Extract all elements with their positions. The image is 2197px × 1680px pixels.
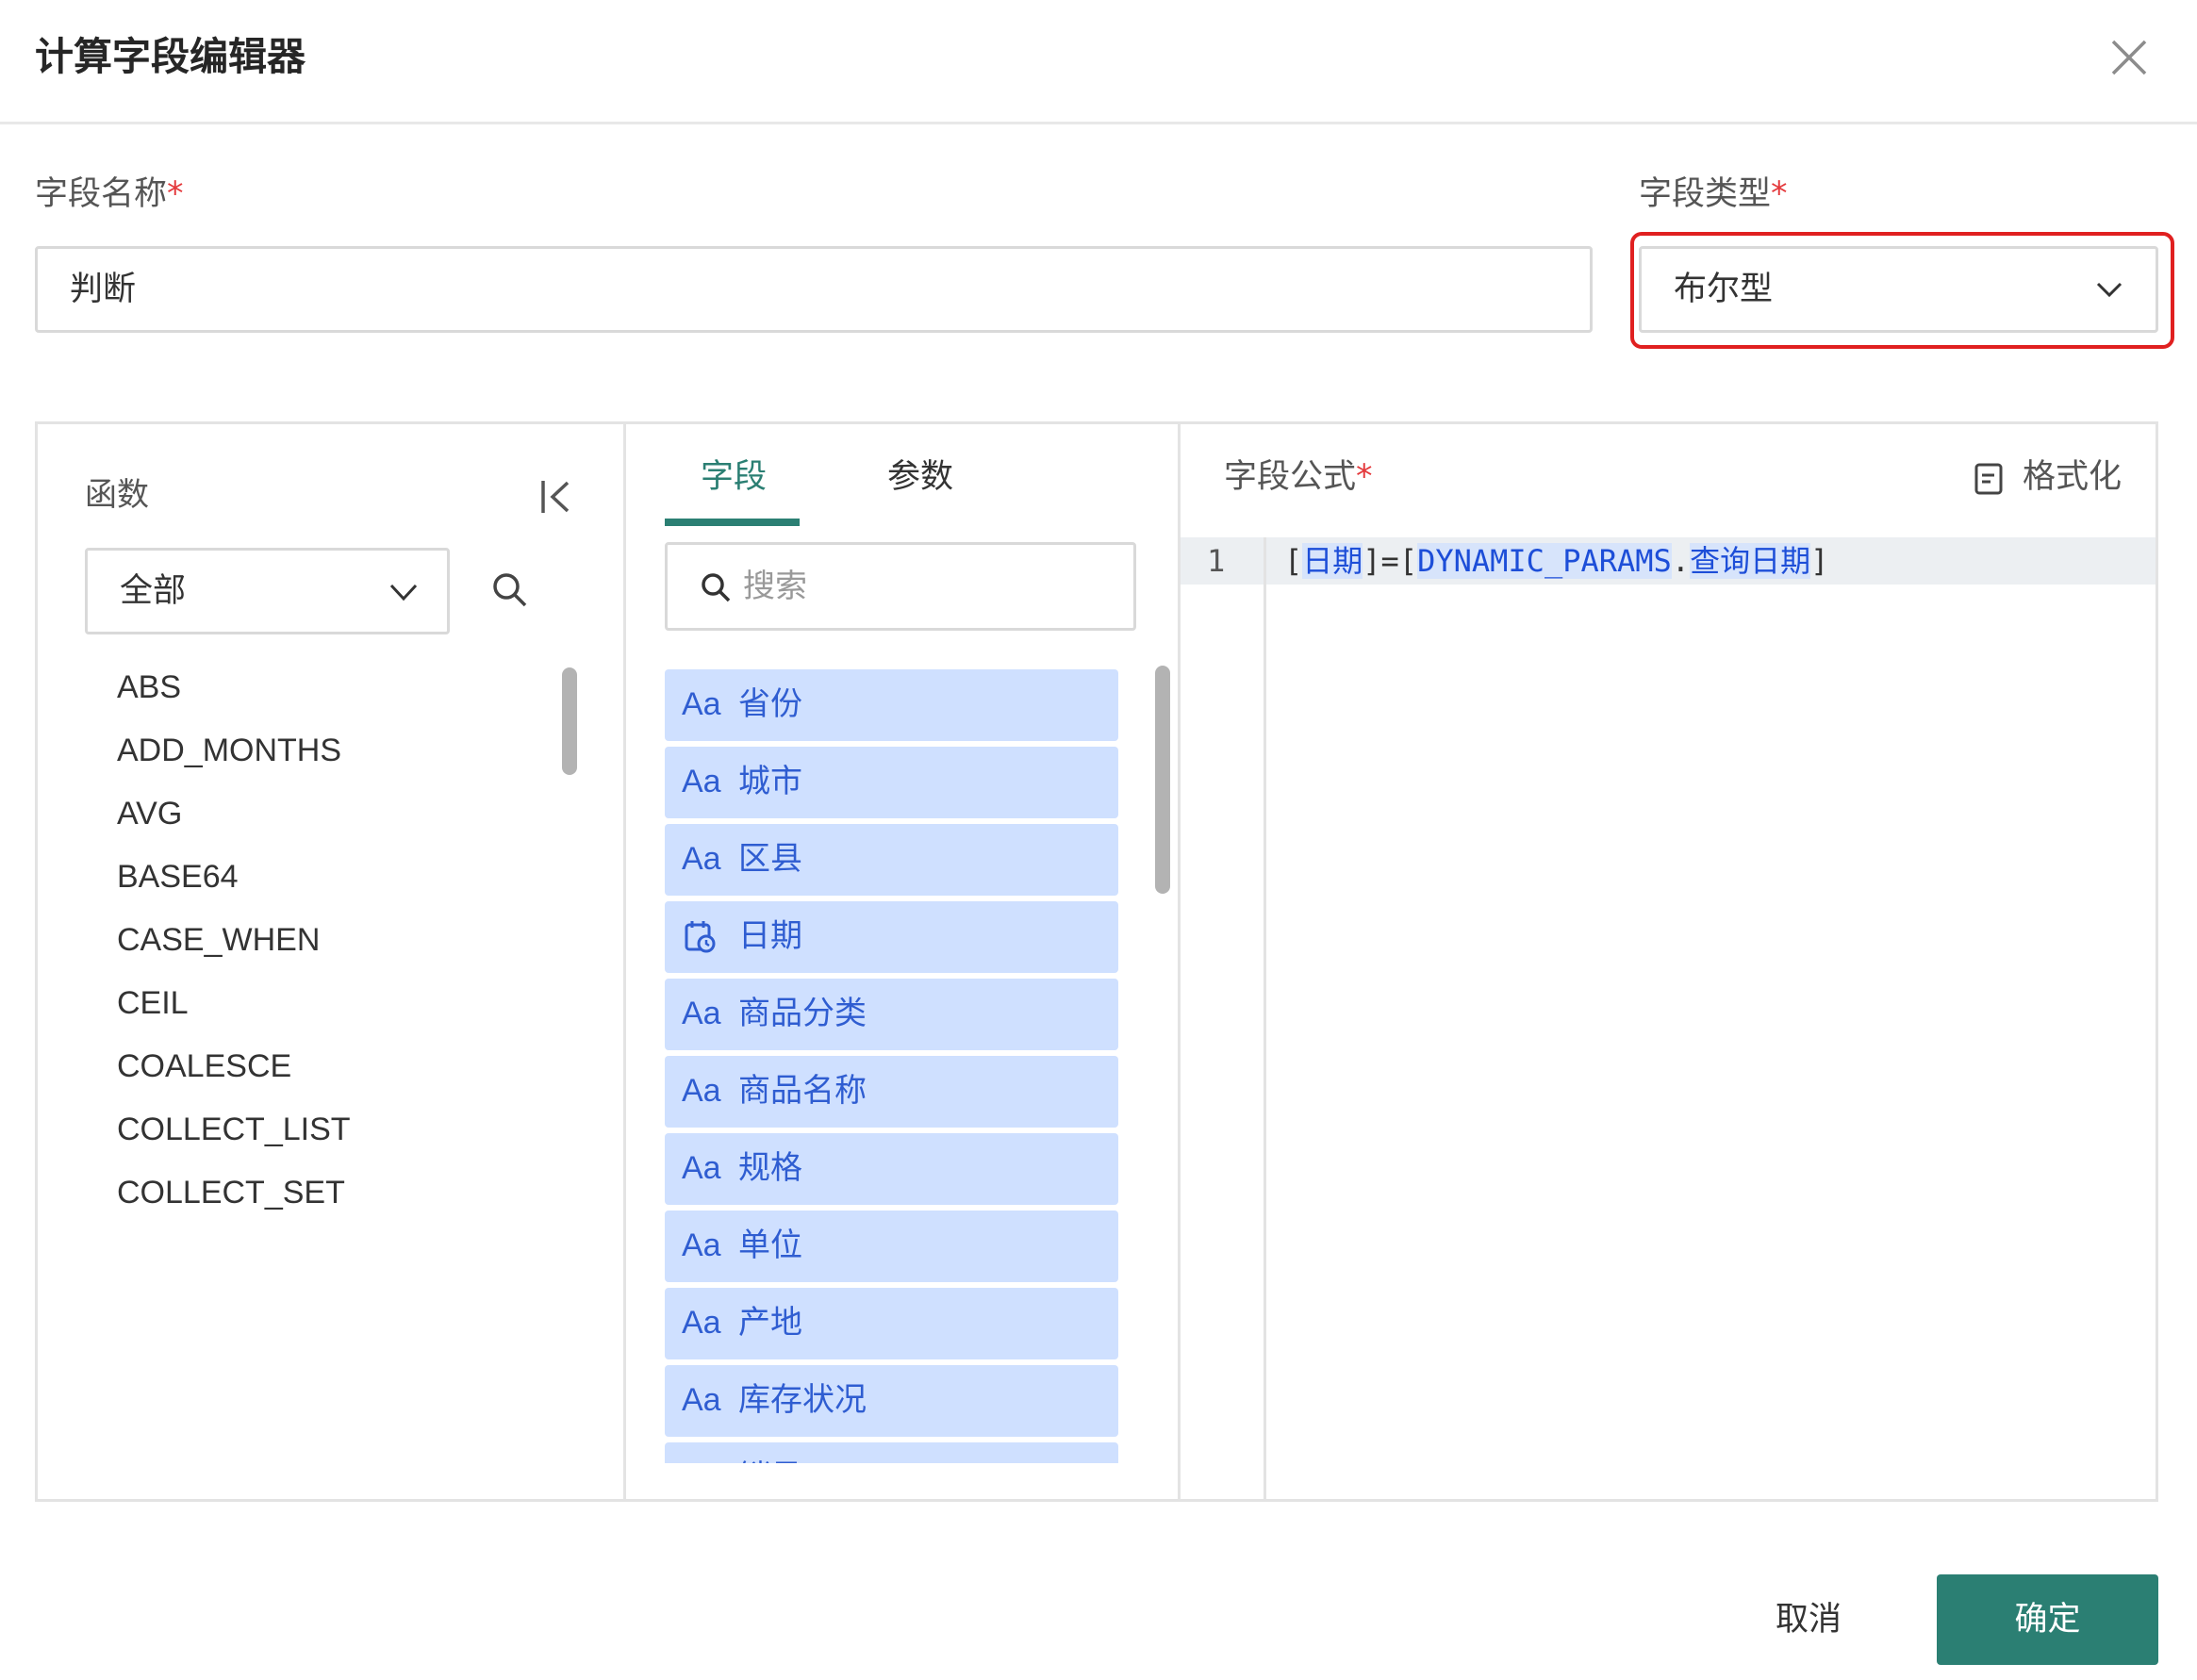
collapse-left-icon[interactable]	[539, 477, 573, 517]
code-bracket: [	[1284, 543, 1303, 579]
text-type-icon: Aa	[682, 1073, 721, 1109]
field-item-label: 省份	[738, 685, 802, 723]
cancel-button[interactable]: 取消	[1754, 1574, 1863, 1665]
tab-params[interactable]: 参数	[887, 451, 953, 503]
field-list: Aa 省份 Aa 城市 Aa 区县 日期 Aa 商品分类 Aa 商品名称 Aa 规格 Aa 单…	[665, 669, 1121, 1463]
field-item[interactable]: 日期	[665, 901, 1118, 973]
code-operator: ]=[	[1363, 543, 1418, 579]
function-item[interactable]: AVG	[117, 792, 182, 835]
function-category-select[interactable]: 全部	[85, 548, 450, 634]
function-item[interactable]: ADD_MONTHS	[117, 729, 341, 772]
field-item-label: 商品分类	[738, 995, 867, 1032]
field-item-label: 日期	[738, 917, 802, 955]
required-mark: *	[1356, 458, 1373, 496]
active-tab-underline	[665, 519, 800, 526]
code-bracket: ]	[1810, 543, 1829, 579]
function-item[interactable]: ABS	[117, 666, 181, 709]
line-gutter	[1181, 537, 1266, 1499]
field-name-label: 字段名称*	[35, 175, 184, 213]
required-mark: *	[167, 175, 184, 213]
function-item[interactable]: COLLECT_SET	[117, 1171, 345, 1214]
text-type-icon: Aa	[682, 1456, 721, 1463]
field-item-label: 单位	[738, 1227, 802, 1264]
formula-column: 字段公式* 格式化 1 [日期]=[DYNAMIC_PARAMS.查询日期]	[1181, 424, 2156, 1499]
formula-editor[interactable]: [日期]=[DYNAMIC_PARAMS.查询日期]	[1284, 539, 1828, 583]
line-number: 1	[1207, 543, 1226, 579]
field-item[interactable]: Aa 规格	[665, 1133, 1118, 1205]
editor-panel: 函数 全部 ABS ADD_MONTHS AVG BASE64 CASE_WHE…	[35, 421, 2158, 1502]
code-param-ref: DYNAMIC_PARAMS	[1417, 543, 1672, 579]
field-search-input[interactable]: 搜索	[665, 542, 1136, 631]
code-param-name: 查询日期	[1690, 543, 1811, 579]
function-item[interactable]: COALESCE	[117, 1045, 291, 1088]
tab-fields[interactable]: 字段	[701, 451, 767, 503]
field-type-value: 布尔型	[1674, 271, 1774, 308]
chevron-down-icon	[2096, 282, 2123, 298]
confirm-button[interactable]: 确定	[1937, 1574, 2158, 1665]
field-item[interactable]: Aa 商品分类	[665, 979, 1118, 1050]
field-item-label: 产地	[738, 1304, 802, 1342]
close-icon[interactable]	[2107, 36, 2151, 79]
format-button[interactable]: 格式化	[1974, 451, 2122, 503]
field-item-label: 区县	[738, 840, 802, 878]
field-type-select[interactable]: 布尔型	[1639, 246, 2158, 333]
field-item[interactable]: Aa 省份	[665, 669, 1118, 741]
chevron-down-icon	[389, 584, 418, 601]
code-field-ref: 日期	[1302, 543, 1363, 579]
format-icon	[1974, 463, 2003, 495]
field-item-label: 规格	[738, 1149, 802, 1187]
field-item-label: 销量	[738, 1456, 802, 1463]
text-type-icon: Aa	[682, 686, 721, 722]
search-icon	[702, 573, 731, 602]
field-item[interactable]: Aa 城市	[665, 747, 1118, 818]
field-item-label: 商品名称	[738, 1072, 867, 1110]
required-mark: *	[1771, 175, 1788, 213]
text-type-icon: Aa	[682, 1382, 721, 1418]
function-item[interactable]: CEIL	[117, 981, 189, 1025]
field-name-input[interactable]: 判断	[35, 246, 1593, 333]
functions-title: 函数	[85, 476, 149, 514]
date-type-icon	[685, 921, 716, 953]
field-item-label: 城市	[738, 763, 802, 800]
field-item[interactable]: Aa 商品名称	[665, 1056, 1118, 1128]
field-item[interactable]: Aa 单位	[665, 1211, 1118, 1282]
text-type-icon: Aa	[682, 1227, 721, 1263]
field-item[interactable]: Aa 产地	[665, 1288, 1118, 1359]
function-list-scrollbar[interactable]	[562, 667, 577, 775]
code-dot: .	[1671, 543, 1691, 579]
text-type-icon: Aa	[682, 1305, 721, 1341]
dialog-title: 计算字段编辑器	[35, 34, 306, 79]
format-label: 格式化	[2022, 458, 2122, 496]
text-type-icon: Aa	[682, 1150, 721, 1186]
text-type-icon: Aa	[682, 996, 721, 1031]
field-item-label: 库存状况	[738, 1381, 867, 1419]
function-item[interactable]: COLLECT_LIST	[117, 1108, 351, 1151]
field-list-scrollbar[interactable]	[1155, 666, 1170, 894]
text-type-icon: Aa	[682, 841, 721, 877]
field-item[interactable]: Aa 库存状况	[665, 1365, 1118, 1437]
calc-field-dialog: 计算字段编辑器 字段名称* 判断 字段类型* 布尔型 函数 全部 ABS ADD…	[0, 0, 2197, 1680]
function-category-value: 全部	[120, 572, 187, 610]
field-item[interactable]: Aa 销量	[665, 1442, 1118, 1463]
field-type-label: 字段类型*	[1639, 175, 1788, 213]
formula-label: 字段公式*	[1224, 458, 1373, 496]
dialog-header: 计算字段编辑器	[0, 0, 2197, 124]
functions-column: 函数 全部 ABS ADD_MONTHS AVG BASE64 CASE_WHE…	[38, 424, 626, 1499]
field-item[interactable]: Aa 区县	[665, 824, 1118, 896]
function-item[interactable]: BASE64	[117, 855, 239, 898]
fields-column: 字段 参数 搜索 Aa 省份 Aa 城市 Aa 区县 日期 Aa 商品分类 Aa…	[623, 424, 1181, 1499]
function-list: ABS ADD_MONTHS AVG BASE64 CASE_WHEN CEIL…	[38, 653, 566, 1408]
text-type-icon: Aa	[682, 764, 721, 799]
function-item[interactable]: CASE_WHEN	[117, 918, 320, 962]
search-icon[interactable]	[490, 570, 528, 608]
